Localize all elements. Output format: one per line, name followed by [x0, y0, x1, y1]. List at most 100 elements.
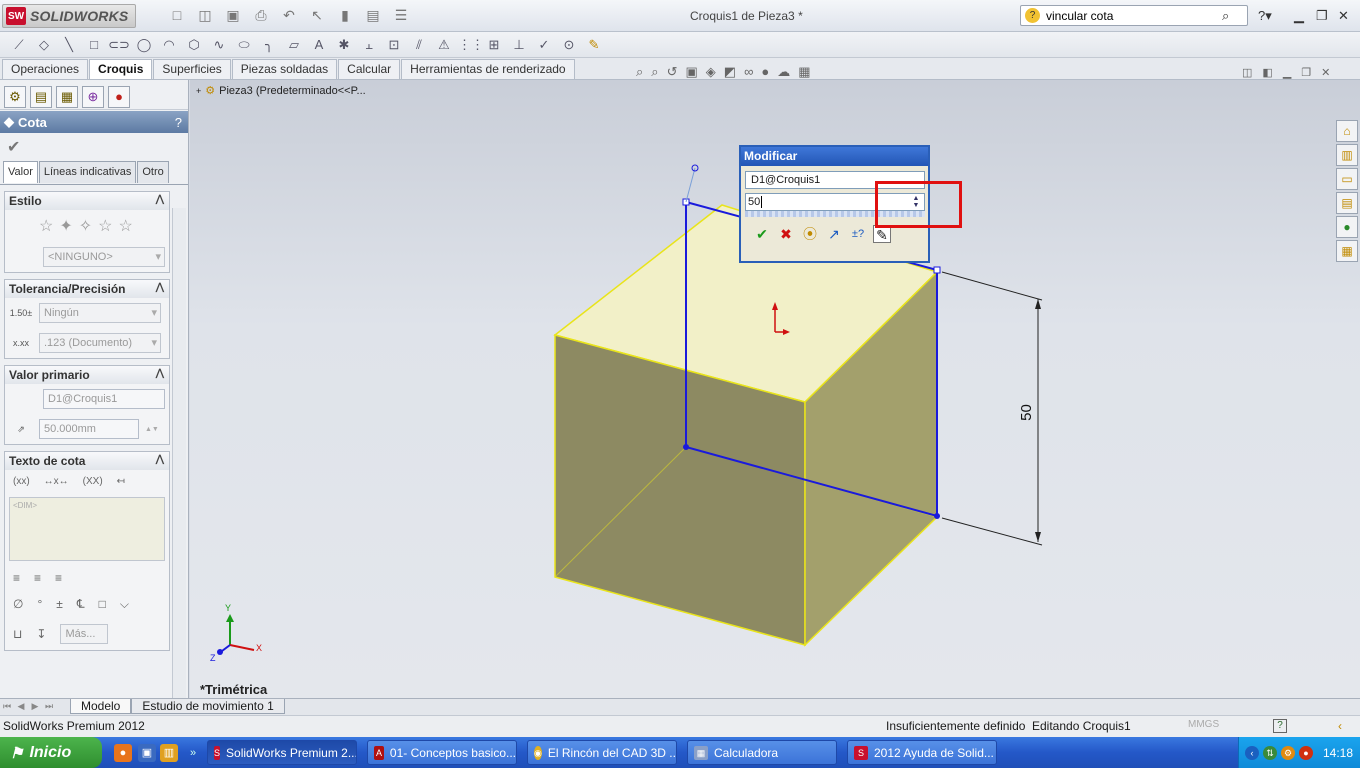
linear-pattern-icon[interactable]: ⋮⋮	[458, 35, 484, 55]
plus-minus-icon[interactable]: ±	[56, 597, 63, 612]
tab-calcular[interactable]: Calcular	[338, 59, 401, 79]
taskbar-calculator[interactable]: ▦ Calculadora	[687, 740, 837, 765]
expand-icon[interactable]: +	[196, 86, 201, 96]
cancel-x-icon[interactable]: ✖	[777, 225, 795, 243]
view-palette-icon[interactable]: ▤	[1336, 192, 1358, 214]
display-manager-icon[interactable]: ●	[108, 86, 130, 108]
point-icon[interactable]: ✱	[333, 35, 355, 55]
arc-icon[interactable]: ◠	[158, 35, 180, 55]
quick-snaps-icon[interactable]: ⊙	[558, 35, 580, 55]
tolerance-select[interactable]: Ningún	[39, 303, 161, 323]
sketch-icon[interactable]: ◇	[33, 35, 55, 55]
view-orientation-icon[interactable]: ◈	[706, 64, 716, 80]
edit-appearance-icon[interactable]: ●	[761, 64, 769, 80]
tab-superficies[interactable]: Superficies	[153, 59, 231, 79]
polygon-icon[interactable]: ⬡	[183, 35, 205, 55]
tolerancia-header[interactable]: Tolerancia/Precisión ⋀	[5, 280, 169, 298]
taskbar-pdf[interactable]: A 01- Conceptos basico...	[367, 740, 517, 765]
ellipse-icon[interactable]: ⬭	[233, 35, 255, 55]
collapse-icon[interactable]: ⋀	[156, 282, 164, 293]
center-dimension-icon[interactable]: ↔x↔	[44, 476, 69, 487]
counterbore-icon[interactable]: ⊔	[13, 627, 22, 641]
valor-primario-header[interactable]: Valor primario ⋀	[5, 366, 169, 384]
align-right-icon[interactable]: ≡	[55, 571, 62, 585]
prev-tab-icon[interactable]: ◀	[14, 699, 28, 714]
inspection-icon[interactable]: (XX)	[83, 476, 103, 487]
collapse-icon[interactable]: ⋀	[156, 454, 164, 465]
parentheses-icon[interactable]: (xx)	[13, 476, 30, 487]
search-icon[interactable]: ⌕	[1222, 8, 1229, 24]
media-quicklaunch-icon[interactable]: ▥	[160, 744, 178, 762]
tab-lineas-indicativas[interactable]: Líneas indicativas	[38, 161, 137, 183]
spline-icon[interactable]: ∿	[208, 35, 230, 55]
open-icon[interactable]: ◫	[196, 6, 214, 24]
feature-tree-flyout[interactable]: + ⚙ Pieza3 (Predeterminado<<P...	[196, 84, 366, 98]
taskbar-solidworks[interactable]: S SolidWorks Premium 2...	[207, 740, 357, 765]
repair-sketch-icon[interactable]: ✓	[533, 35, 555, 55]
instant2d-icon[interactable]: ✎	[583, 35, 605, 55]
tab-piezas-soldadas[interactable]: Piezas soldadas	[231, 59, 338, 79]
close-icon[interactable]: ✕	[1338, 8, 1349, 24]
viewport-close-icon[interactable]: ✕	[1321, 66, 1330, 79]
new-icon[interactable]: □	[168, 6, 186, 24]
search-input[interactable]	[1046, 8, 1216, 23]
fillet-icon[interactable]: ╮	[258, 35, 280, 55]
dimxpert-manager-icon[interactable]: ⊕	[82, 86, 104, 108]
texto-cota-header[interactable]: Texto de cota ⋀	[5, 452, 169, 470]
taskbar-help[interactable]: S 2012 Ayuda de Solid...	[847, 740, 997, 765]
link-views-icon[interactable]: ◧	[1262, 66, 1272, 79]
hide-show-icon[interactable]: ∞	[744, 64, 753, 80]
custom-properties-icon[interactable]: ▦	[1336, 240, 1358, 262]
configuration-manager-icon[interactable]: ▦	[56, 86, 78, 108]
appearances-icon[interactable]: ●	[1336, 216, 1358, 238]
rebuild-traffic-light-icon[interactable]: ⦿	[801, 225, 819, 243]
solidworks-menu-button[interactable]: SW SOLIDWORKS	[2, 4, 136, 28]
next-tab-icon[interactable]: ▶	[28, 699, 42, 714]
display-style-icon[interactable]: ◩	[724, 64, 736, 80]
rectangle-icon[interactable]: □	[83, 35, 105, 55]
align-center-icon[interactable]: ≡	[34, 571, 41, 585]
precision-select[interactable]: .123 (Documento)	[39, 333, 161, 353]
solidworks-resources-icon[interactable]: ⌂	[1336, 120, 1358, 142]
file-explorer-icon[interactable]: ▭	[1336, 168, 1358, 190]
start-button[interactable]: ⚑ Inicio	[0, 737, 102, 768]
degree-icon[interactable]: °	[37, 597, 42, 612]
convert-entities-icon[interactable]: ⊡	[383, 35, 405, 55]
slot-icon[interactable]: ⊂⊃	[108, 35, 130, 55]
feature-manager-icon[interactable]: ⚙	[4, 86, 26, 108]
square-icon[interactable]: □	[99, 597, 106, 612]
collapse-icon[interactable]: ⋀	[156, 368, 164, 379]
restore-icon[interactable]: ❐	[1316, 8, 1328, 24]
status-expand-icon[interactable]: ‹	[1338, 719, 1342, 733]
last-tab-icon[interactable]: ⏭	[42, 699, 56, 714]
zoom-area-icon[interactable]: ⌕	[651, 64, 658, 80]
help-icon[interactable]: ?	[175, 115, 182, 130]
load-style-icon[interactable]: ☆	[119, 216, 133, 236]
undo-icon[interactable]: ↶	[280, 6, 298, 24]
property-manager-icon[interactable]: ▤	[30, 86, 52, 108]
print-icon[interactable]: ⎙	[252, 6, 270, 24]
dimension-text-area[interactable]: <DIM>	[9, 497, 165, 561]
save-style-icon[interactable]: ☆	[98, 216, 112, 236]
first-tab-icon[interactable]: ⏮	[0, 699, 14, 714]
value-spinner-icon[interactable]: ▲▼	[145, 426, 159, 433]
accept-check-icon[interactable]: ✔	[753, 225, 771, 243]
firefox-quicklaunch-icon[interactable]: ●	[114, 744, 132, 762]
diameter-icon[interactable]: ∅	[13, 597, 23, 612]
add-style-icon[interactable]: ✦	[59, 216, 72, 236]
help-menu-icon[interactable]: ?▾	[1258, 8, 1272, 24]
plane-icon[interactable]: ▱	[283, 35, 305, 55]
network-icon[interactable]: ⇅	[1263, 745, 1277, 760]
previous-view-icon[interactable]: ↺	[667, 64, 678, 80]
depth-icon[interactable]: ↧	[36, 627, 46, 641]
quicklaunch-expand-icon[interactable]: »	[184, 744, 202, 762]
design-library-icon[interactable]: ▥	[1336, 144, 1358, 166]
move-entities-icon[interactable]: ⊞	[483, 35, 505, 55]
clock[interactable]: 14:18	[1323, 746, 1353, 760]
delete-style-icon[interactable]: ✧	[79, 216, 92, 236]
centerline-icon[interactable]: ℄	[77, 597, 85, 612]
view-settings-icon[interactable]: ▦	[798, 64, 810, 80]
dimension-label[interactable]: 50	[1018, 404, 1035, 421]
taskbar-chrome[interactable]: ◉ El Rincón del CAD 3D ...	[527, 740, 677, 765]
status-units[interactable]: MMGS	[1188, 719, 1219, 730]
